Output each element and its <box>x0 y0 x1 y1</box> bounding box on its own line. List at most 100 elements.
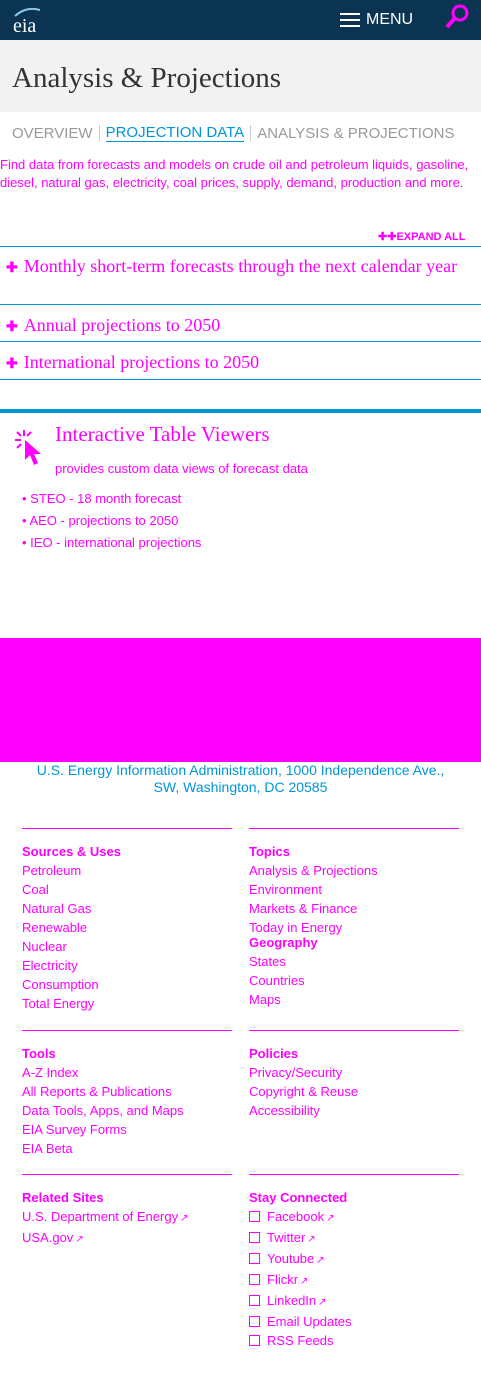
footer-link[interactable]: USA.gov ↗ <box>22 1228 232 1249</box>
footer-link[interactable]: Markets & Finance <box>249 899 459 918</box>
link-label[interactable]: Twitter <box>267 1230 305 1245</box>
list-item[interactable]: STEO - 18 month forecast <box>22 488 201 510</box>
footer-link[interactable]: Twitter ↗ <box>249 1228 459 1249</box>
menu-label: MENU <box>366 11 414 28</box>
footer-link[interactable]: Data Tools, Apps, and Maps <box>22 1101 232 1120</box>
facebook-icon <box>249 1211 260 1222</box>
external-link-icon: ↗ <box>180 1213 189 1224</box>
list-item[interactable]: IEO - international projections <box>22 532 201 554</box>
footer-link[interactable]: Maps <box>249 990 459 1009</box>
top-navigation-bar: eia MENU <box>0 0 481 40</box>
link-label[interactable]: LinkedIn <box>267 1293 316 1308</box>
footer-divider <box>22 1030 232 1031</box>
expand-all-label: EXPAND ALL <box>396 231 466 243</box>
footer-link[interactable]: EIA Survey Forms <box>22 1120 232 1139</box>
footer-link[interactable]: Analysis & Projections <box>249 861 459 880</box>
cursor-click-icon <box>15 430 41 465</box>
footer-banner <box>0 638 481 762</box>
footer-heading-related[interactable]: Related Sites <box>22 1190 232 1205</box>
footer-link[interactable]: Nuclear <box>22 937 232 956</box>
footer-link[interactable]: Youtube ↗ <box>249 1249 459 1270</box>
flickr-icon <box>249 1274 260 1285</box>
page-title-band: Analysis & Projections <box>0 40 481 112</box>
footer-link[interactable]: States <box>249 952 459 971</box>
footer-link[interactable]: Copyright & Reuse <box>249 1082 459 1101</box>
footer-heading-tools[interactable]: Tools <box>22 1046 232 1061</box>
plus-icon: ✚✚ <box>378 231 397 243</box>
interactive-viewers-list: STEO - 18 month forecast AEO - projectio… <box>22 488 201 554</box>
tab-projection-data[interactable]: PROJECTION DATA <box>105 124 245 142</box>
footer-link[interactable]: EIA Beta <box>22 1139 232 1158</box>
footer-link[interactable]: Electricity <box>22 956 232 975</box>
address-line: U.S. Energy Information Administration, … <box>36 762 445 778</box>
footer-link[interactable]: Environment <box>249 880 459 899</box>
rss-icon <box>249 1335 260 1346</box>
footer-link[interactable]: Facebook ↗ <box>249 1207 459 1228</box>
footer-link[interactable]: A-Z Index <box>22 1063 232 1082</box>
link-label[interactable]: RSS Feeds <box>267 1333 333 1348</box>
accordion-item-annual[interactable]: ✚ Annual projections to 2050 <box>0 304 481 342</box>
footer-divider <box>22 828 232 829</box>
footer-heading-topics[interactable]: Topics <box>249 844 459 859</box>
footer-link[interactable]: Flickr ↗ <box>249 1270 459 1291</box>
section-divider <box>0 409 481 413</box>
footer-link[interactable]: RSS Feeds <box>249 1331 459 1350</box>
link-label[interactable]: Youtube <box>267 1251 314 1266</box>
footer-address: U.S. Energy Information Administration, … <box>0 762 481 796</box>
tab-divider <box>250 125 252 141</box>
footer-heading-sources[interactable]: Sources & Uses <box>22 844 232 859</box>
footer-link[interactable]: U.S. Department of Energy ↗ <box>22 1207 232 1228</box>
footer-heading-geography[interactable]: Geography <box>249 935 459 950</box>
footer-column-sources: Sources & Uses Petroleum Coal Natural Ga… <box>22 828 232 1013</box>
interactive-viewers-title: Interactive Table Viewers <box>55 422 270 446</box>
footer-link[interactable]: Renewable <box>22 918 232 937</box>
plus-icon: ✚ <box>6 355 18 371</box>
viewer-link-ieo[interactable]: IEO - international projections <box>30 535 201 550</box>
footer-link[interactable]: Countries <box>249 971 459 990</box>
footer-link[interactable]: Accessibility <box>249 1101 459 1120</box>
search-icon[interactable] <box>443 2 473 32</box>
tab-analysis-projections[interactable]: ANALYSIS & PROJECTIONS <box>257 125 454 142</box>
email-icon <box>249 1316 260 1327</box>
viewer-link-steo[interactable]: STEO - 18 month forecast <box>30 491 181 506</box>
list-item[interactable]: AEO - projections to 2050 <box>22 510 201 532</box>
link-label[interactable]: Facebook <box>267 1209 324 1224</box>
address-line: SW, Washington, DC 20585 <box>153 779 328 795</box>
external-link-icon: ↗ <box>318 1297 327 1308</box>
link-label[interactable]: Email Updates <box>267 1314 352 1329</box>
footer-divider <box>249 1174 459 1175</box>
footer-column-connected: Stay Connected Facebook ↗ Twitter ↗ Youtub… <box>249 1174 459 1350</box>
tab-overview[interactable]: OVERVIEW <box>12 125 93 142</box>
footer-divider <box>249 1030 459 1031</box>
external-link-icon: ↗ <box>316 1255 325 1266</box>
footer-link[interactable]: Total Energy <box>22 994 232 1013</box>
footer-heading-connected[interactable]: Stay Connected <box>249 1190 459 1205</box>
link-label[interactable]: USA.gov <box>22 1230 73 1245</box>
external-link-icon: ↗ <box>307 1234 316 1245</box>
link-label[interactable]: Flickr <box>267 1272 298 1287</box>
interactive-viewers-description: provides custom data views of forecast d… <box>55 461 308 476</box>
hamburger-icon <box>340 13 360 27</box>
footer-link[interactable]: Natural Gas <box>22 899 232 918</box>
footer-link[interactable]: Consumption <box>22 975 232 994</box>
plus-icon: ✚ <box>6 259 18 275</box>
footer-link[interactable]: Petroleum <box>22 861 232 880</box>
link-label[interactable]: U.S. Department of Energy <box>22 1209 178 1224</box>
accordion-item-monthly[interactable]: ✚ Monthly short-term forecasts through th… <box>0 246 481 305</box>
viewer-link-aeo[interactable]: AEO - projections to 2050 <box>29 513 178 528</box>
footer-link[interactable]: Email Updates <box>249 1312 459 1331</box>
accordion-item-international[interactable]: ✚ International projections to 2050 <box>0 341 481 380</box>
intro-text: Find data from forecasts and models on c… <box>0 157 469 190</box>
section-tabs: OVERVIEW PROJECTION DATA ANALYSIS & PROJ… <box>12 124 454 142</box>
menu-button[interactable]: MENU <box>340 8 413 32</box>
logo-text: eia <box>13 15 36 36</box>
tab-divider <box>98 125 100 141</box>
footer-heading-policies[interactable]: Policies <box>249 1046 459 1061</box>
footer-link[interactable]: LinkedIn ↗ <box>249 1291 459 1312</box>
external-link-icon: ↗ <box>326 1213 335 1224</box>
footer-link[interactable]: Coal <box>22 880 232 899</box>
footer-link[interactable]: All Reports & Publications <box>22 1082 232 1101</box>
expand-all-button[interactable]: ✚✚EXPAND ALL <box>378 230 466 243</box>
footer-link[interactable]: Privacy/Security <box>249 1063 459 1082</box>
eia-logo[interactable]: eia <box>10 4 50 36</box>
